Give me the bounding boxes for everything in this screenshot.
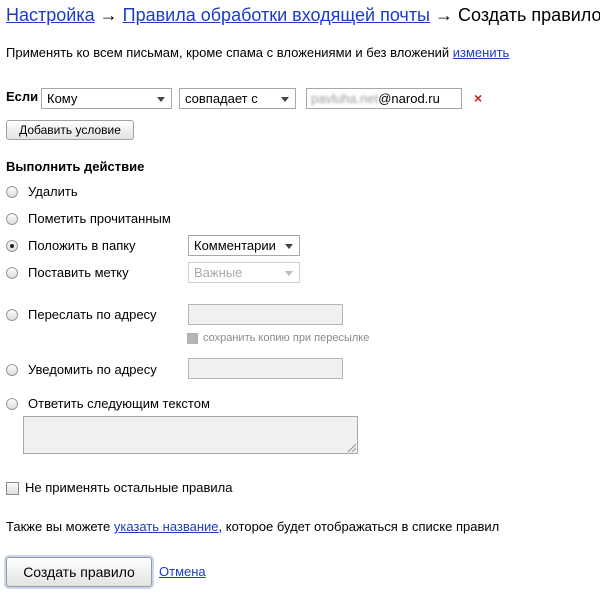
action-reply-label: Ответить следующим текстом <box>28 396 210 412</box>
action-delete-label: Удалить <box>28 184 78 200</box>
resize-grip-icon[interactable] <box>348 444 356 452</box>
reply-text-area[interactable] <box>23 416 358 454</box>
breadcrumb-arrow: → <box>430 5 459 25</box>
save-copy-checkbox[interactable] <box>187 332 198 344</box>
no-other-rules-option[interactable]: Не применять остальные правила <box>6 480 233 496</box>
action-move-folder-radio[interactable] <box>6 239 18 252</box>
action-set-label-label: Поставить метку <box>28 265 129 281</box>
remove-condition-icon[interactable]: × <box>474 90 482 106</box>
action-forward-option[interactable]: Переслать по адресу <box>6 306 157 322</box>
action-section-title: Выполнить действие <box>6 159 145 174</box>
apply-scope-line: Применять ко всем письмам, кроме спама с… <box>6 45 509 60</box>
action-notify-option[interactable]: Уведомить по адресу <box>6 361 157 377</box>
label-select[interactable]: Важные <box>188 262 300 283</box>
label-select-value: Важные <box>194 265 243 280</box>
chevron-down-icon <box>281 97 289 102</box>
action-mark-read-option[interactable]: Пометить прочитанным <box>6 210 171 226</box>
action-set-label-option[interactable]: Поставить метку <box>6 264 129 280</box>
notify-address-input[interactable] <box>188 358 343 379</box>
forward-address-input[interactable] <box>188 304 343 325</box>
breadcrumb-rules-link[interactable]: Правила обработки входящей почты <box>123 5 430 25</box>
set-rule-name-link[interactable]: указать название <box>114 519 219 534</box>
page-title: Создать правило <box>458 5 600 25</box>
rule-name-hint-suffix: , которое будет отображаться в списке пр… <box>218 519 500 534</box>
save-copy-option[interactable]: сохранить копию при пересылке <box>187 332 369 344</box>
action-forward-label: Переслать по адресу <box>28 307 157 323</box>
chevron-down-icon <box>285 271 293 276</box>
cancel-link[interactable]: Отмена <box>159 564 206 579</box>
action-forward-radio[interactable] <box>6 308 18 321</box>
condition-value-blurred: pavluha.net <box>311 91 379 106</box>
action-reply-radio[interactable] <box>6 397 18 410</box>
change-scope-link[interactable]: изменить <box>453 45 510 60</box>
condition-operator-value: совпадает с <box>185 91 258 106</box>
condition-value-domain: @narod.ru <box>378 91 440 106</box>
action-notify-radio[interactable] <box>6 363 18 376</box>
create-rule-button[interactable]: Создать правило <box>6 557 152 587</box>
rule-name-hint: Также вы можете указать название, которо… <box>6 519 499 534</box>
no-other-rules-checkbox[interactable] <box>6 482 19 496</box>
action-notify-label: Уведомить по адресу <box>28 362 157 378</box>
action-set-label-radio[interactable] <box>6 266 18 279</box>
action-reply-option[interactable]: Ответить следующим текстом <box>6 395 210 411</box>
breadcrumb-settings-link[interactable]: Настройка <box>6 5 95 25</box>
condition-field-value: Кому <box>47 91 78 106</box>
condition-label: Если <box>6 89 39 104</box>
action-delete-radio[interactable] <box>6 185 18 198</box>
save-copy-label: сохранить копию при пересылке <box>203 332 370 344</box>
add-condition-button[interactable]: Добавить условие <box>6 120 134 140</box>
action-delete-option[interactable]: Удалить <box>6 183 78 199</box>
chevron-down-icon <box>157 97 165 102</box>
action-move-folder-option[interactable]: Положить в папку <box>6 237 136 253</box>
condition-operator-select[interactable]: совпадает с <box>179 88 296 109</box>
action-move-folder-label: Положить в папку <box>28 238 136 254</box>
apply-scope-text: Применять ко всем письмам, кроме спама с… <box>6 45 453 60</box>
no-other-rules-label: Не применять остальные правила <box>25 480 233 495</box>
condition-value-input[interactable]: pavluha.net@narod.ru <box>306 88 462 109</box>
folder-select-value: Комментарии <box>194 238 276 253</box>
breadcrumb-arrow: → <box>94 5 123 25</box>
condition-field-select[interactable]: Кому <box>41 88 172 109</box>
action-mark-read-radio[interactable] <box>6 212 18 225</box>
folder-select[interactable]: Комментарии <box>188 235 300 256</box>
breadcrumb: Настройка → Правила обработки входящей п… <box>6 5 600 26</box>
chevron-down-icon <box>285 244 293 249</box>
rule-name-hint-prefix: Также вы можете <box>6 519 114 534</box>
action-mark-read-label: Пометить прочитанным <box>28 211 171 227</box>
